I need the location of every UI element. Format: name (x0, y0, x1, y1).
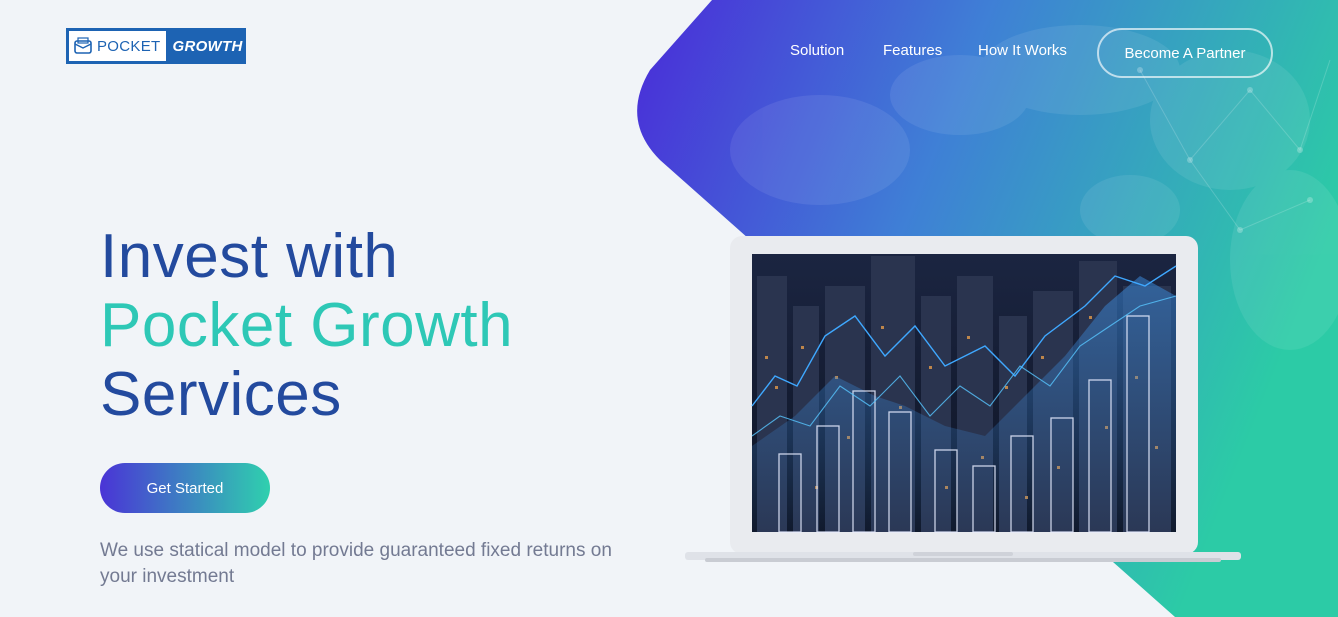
logo-word-growth: GROWTH (172, 37, 243, 55)
logo-left-block: POCKET (69, 31, 167, 61)
laptop-illustration (685, 236, 1241, 562)
nav-item-how-it-works[interactable]: How It Works (978, 42, 1067, 59)
logo-word-pocket: POCKET (97, 37, 161, 55)
hero-title-line-3: Services (100, 360, 342, 429)
nav-item-solution[interactable]: Solution (790, 42, 844, 59)
hero-description: We use statical model to provide guarant… (100, 540, 612, 587)
brand-logo[interactable]: POCKET GROWTH (66, 28, 246, 64)
wallet-icon (74, 37, 92, 54)
become-partner-button[interactable]: Become A Partner (1097, 28, 1273, 78)
hero-title: Invest with Pocket Growth Services (100, 222, 513, 429)
hero-title-line-2: Pocket Growth (100, 291, 514, 360)
get-started-button[interactable]: Get Started (100, 463, 270, 513)
hero-title-line-1: Invest with (100, 222, 399, 291)
nav-item-features[interactable]: Features (883, 42, 942, 59)
